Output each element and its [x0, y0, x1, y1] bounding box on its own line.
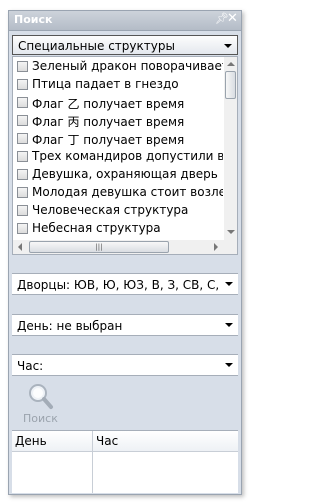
checkbox[interactable] [17, 223, 28, 234]
scroll-left-arrow-icon[interactable] [18, 243, 22, 251]
structures-select[interactable]: Специальные структуры [12, 35, 238, 55]
search-button-label: Поиск [23, 412, 58, 425]
list-item-label: Человеческая структура [32, 203, 189, 217]
list-item[interactable]: Птица падает в гнездо [15, 76, 223, 93]
scroll-right-arrow-icon[interactable] [214, 243, 218, 251]
palaces-select-value: Дворцы: ЮВ, Ю, ЮЗ, В, З, СВ, С, СЗ [17, 278, 222, 292]
scroll-down-arrow-icon[interactable] [227, 230, 235, 234]
checkbox[interactable] [17, 61, 28, 72]
list-item[interactable]: Флаг 乙 получает время [15, 94, 223, 111]
close-icon[interactable]: ✕ [227, 11, 239, 26]
chevron-down-icon [225, 323, 233, 327]
results-table: День Час [12, 430, 238, 493]
checkbox[interactable] [17, 97, 28, 108]
palaces-select[interactable]: Дворцы: ЮВ, Ю, ЮЗ, В, З, СВ, С, СЗ [12, 273, 238, 295]
list-item-label: Птица падает в гнездо [32, 77, 179, 91]
column-header-label: Час [96, 434, 119, 448]
checkbox[interactable] [17, 133, 28, 144]
column-header-label: День [15, 434, 47, 448]
checkbox[interactable] [17, 205, 28, 216]
hour-select-value: Час: [17, 359, 44, 373]
column-divider [92, 452, 93, 493]
search-panel: Поиск 📌︎ ✕ Специальные структуры Зеленый… [8, 10, 242, 495]
list-item-label: Флаг 丁 получает время [32, 133, 185, 147]
pin-icon[interactable]: 📌︎ [215, 12, 229, 25]
list-item[interactable]: Флаг 丙 получает время [15, 112, 223, 129]
panel-title: Поиск [14, 13, 53, 26]
magnifier-icon [29, 384, 53, 409]
list-item-label: Флаг 乙 получает время [32, 97, 185, 111]
list-item[interactable]: Небесная структура [15, 220, 223, 237]
vertical-scrollbar[interactable] [224, 57, 237, 240]
list-item-label: Трех командиров допустили в главный зал [32, 149, 223, 163]
scroll-up-arrow-icon[interactable] [227, 62, 235, 66]
hour-select[interactable]: Час: [12, 354, 238, 376]
list-item-label: Флаг 丙 получает время [32, 115, 185, 129]
list-item[interactable]: Зеленый дракон поворачивает голову [15, 58, 223, 75]
list-item-label: Девушка, охраняющая дверь [32, 167, 218, 181]
chevron-down-icon [225, 282, 233, 286]
checkbox[interactable] [17, 79, 28, 90]
checkbox[interactable] [17, 187, 28, 198]
list-item[interactable]: Трех командиров допустили в главный зал [15, 148, 223, 165]
panel-title-bar[interactable]: Поиск 📌︎ ✕ [9, 11, 241, 31]
column-header-hour[interactable]: Час [93, 431, 238, 452]
scroll-corner [224, 240, 237, 254]
list-item[interactable]: Флаг 丁 получает время [15, 130, 223, 147]
day-select-value: День: не выбран [17, 319, 123, 333]
chevron-down-icon [224, 44, 232, 48]
checkbox[interactable] [17, 169, 28, 180]
checkbox[interactable] [17, 115, 28, 126]
list-item[interactable]: Девушка, охраняющая дверь [15, 166, 223, 183]
horizontal-scrollbar[interactable]: ||| [13, 240, 224, 254]
column-header-day[interactable]: День [12, 431, 93, 452]
horizontal-scroll-thumb[interactable]: ||| [29, 241, 169, 253]
list-item-label: Зеленый дракон поворачивает голову [32, 59, 223, 73]
day-select[interactable]: День: не выбран [12, 314, 238, 336]
structures-list: Зеленый дракон поворачивает голову Птица… [12, 56, 238, 255]
list-item[interactable]: Молодая девушка стоит возле двери [15, 184, 223, 201]
list-item-label: Молодая девушка стоит возле двери [32, 185, 223, 199]
list-item-label: Небесная структура [32, 221, 161, 235]
list-item[interactable]: Человеческая структура [15, 202, 223, 219]
chevron-down-icon [225, 363, 233, 367]
search-button[interactable]: Поиск [20, 382, 58, 428]
checkbox[interactable] [17, 151, 28, 162]
structures-select-value: Специальные структуры [18, 39, 175, 53]
vertical-scroll-thumb[interactable] [225, 71, 236, 99]
